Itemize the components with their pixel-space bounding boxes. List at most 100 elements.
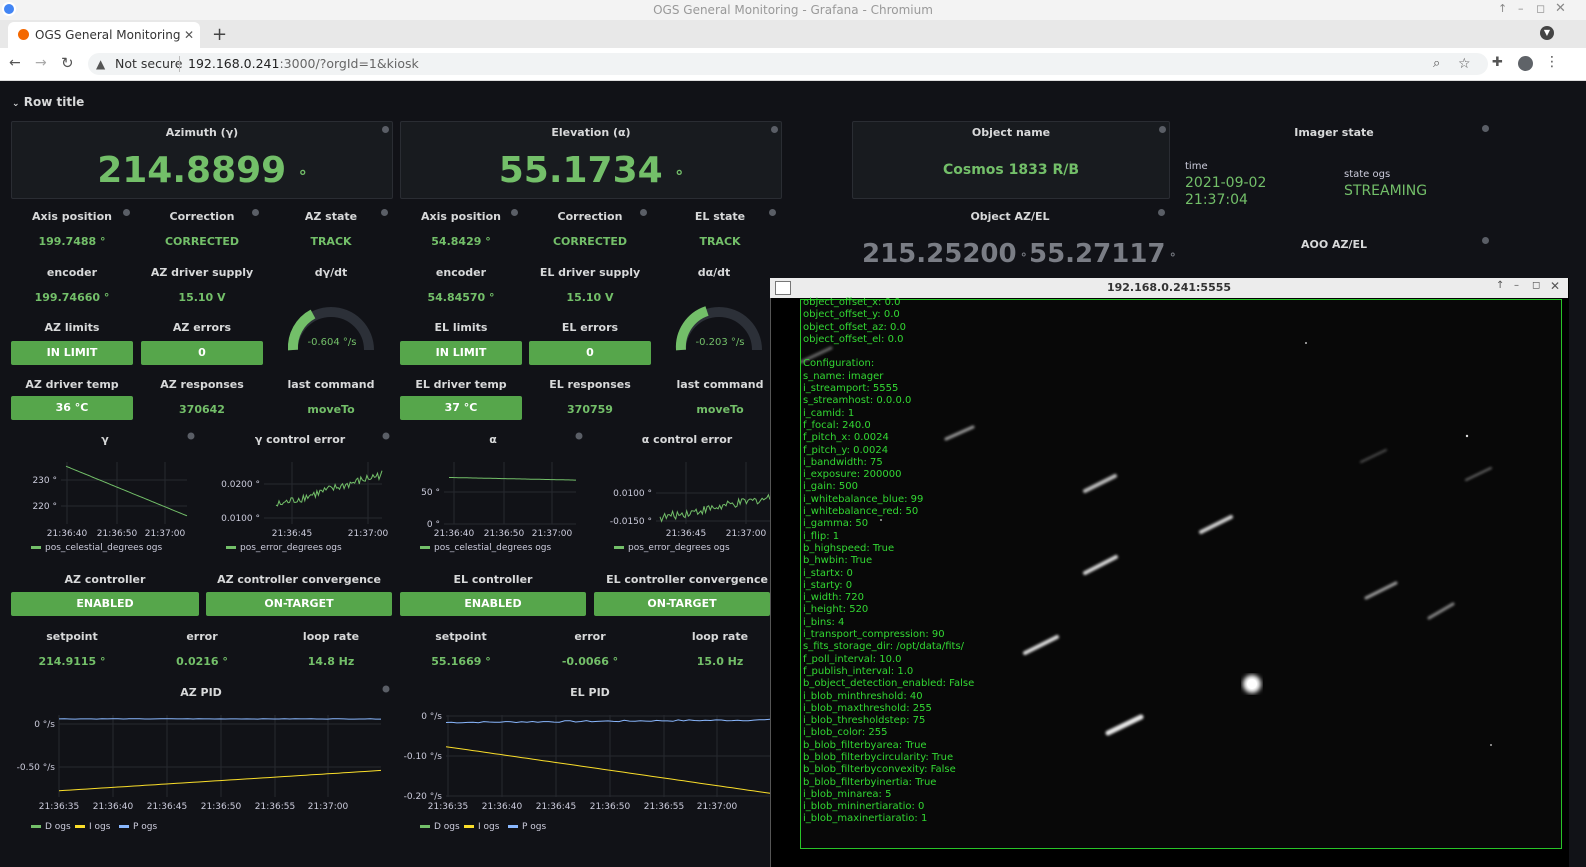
forward-icon[interactable]: → — [35, 55, 47, 71]
el-limits-badge: IN LIMIT — [400, 341, 522, 365]
az-axis-position: 199.7488 ° — [38, 235, 106, 248]
config-line: i_bandwidth: 75 — [803, 456, 883, 468]
config-line: i_whitebalance_blue: 99 — [803, 493, 924, 505]
bookmark-star-icon[interactable]: ☆ — [1458, 53, 1471, 75]
panel-info-icon[interactable] — [1482, 125, 1489, 132]
profile-icon[interactable] — [1518, 56, 1533, 71]
y-tick-label: 0.0100 ° — [221, 514, 260, 524]
imager-time: 21:37:04 — [1185, 192, 1248, 208]
el-responses: 370759 — [567, 403, 613, 416]
x-tick-label: 21:37:00 — [308, 802, 349, 812]
x-tick-label: 21:36:55 — [255, 802, 295, 812]
window-minimize-icon[interactable]: – — [1518, 2, 1524, 15]
panel-info-icon[interactable] — [1158, 209, 1165, 216]
config-line: i_whitebalance_red: 50 — [803, 506, 919, 518]
el-driver-supply-label: EL driver supply — [539, 266, 641, 279]
panel-info-icon[interactable] — [381, 209, 388, 216]
elevation-panel: Elevation (α) 55.1734 ° — [400, 121, 782, 199]
panel-info-icon[interactable] — [252, 209, 259, 216]
legend-label: I ogs — [89, 822, 111, 832]
window-raise-icon[interactable]: ↑ — [1498, 2, 1507, 15]
imager-window-titlebar[interactable]: 192.168.0.241:5555 — [770, 278, 1568, 298]
window-title: OGS General Monitoring - Grafana - Chrom… — [653, 3, 933, 17]
el-convergence-badge: ON-TARGET — [594, 592, 770, 616]
tab-search-icon[interactable]: ▼ — [1540, 26, 1554, 40]
config-line: i_blob_maxinertiaratio: 1 — [803, 813, 928, 825]
window-raise-icon[interactable]: ↑ — [1496, 280, 1504, 291]
legend-label: I ogs — [478, 822, 500, 832]
row-title[interactable]: ⌄ Row title — [12, 95, 84, 109]
az-error-label: error — [186, 630, 218, 643]
address-bar[interactable]: ▲ Not secure 192.168.0.241:3000/?orgId=1… — [88, 53, 1488, 75]
window-maximize-icon[interactable]: ◻ — [1536, 2, 1545, 15]
az-loop-rate-label: loop rate — [302, 630, 360, 643]
extensions-icon[interactable]: ✚ — [1492, 55, 1503, 70]
x-tick-label: 21:36:50 — [484, 529, 525, 539]
zoom-icon[interactable]: ⌕ — [1433, 53, 1440, 75]
legend-label: pos_celestial_degrees ogs — [434, 543, 551, 553]
panel-info-icon[interactable] — [640, 209, 647, 216]
panel-info-icon[interactable] — [382, 685, 390, 693]
panel-info-icon[interactable] — [1482, 237, 1489, 244]
back-icon[interactable]: ← — [9, 55, 21, 71]
object-name: Cosmos 1833 R/B — [942, 162, 1080, 178]
el-controller-badge: ENABLED — [400, 592, 586, 616]
window-maximize-icon[interactable]: ◻ — [1532, 280, 1540, 291]
az-state: TRACK — [310, 235, 352, 248]
panel-info-icon[interactable] — [1159, 126, 1166, 133]
window-close-icon[interactable]: ✕ — [1555, 1, 1566, 16]
config-line: f_pitch_x: 0.0024 — [803, 432, 889, 444]
az-last-command-label: last command — [287, 378, 375, 391]
panel-info-icon[interactable] — [187, 432, 195, 440]
tab-close-icon[interactable]: ✕ — [184, 22, 194, 48]
panel-info-icon[interactable] — [511, 209, 518, 216]
x-tick-label: 21:36:35 — [39, 802, 79, 812]
chart-1: γ control error 0.0200 ° 0.0100 ° 21:36:45 2… — [221, 432, 390, 553]
imager-state-title: Imager state — [1294, 126, 1374, 139]
el-error-label: error — [574, 630, 606, 643]
window-menu-icon[interactable] — [775, 281, 791, 295]
reload-icon[interactable]: ↻ — [61, 54, 74, 72]
window-close-icon[interactable]: ✕ — [1550, 279, 1560, 293]
state-ogs-label: state ogs — [1344, 169, 1391, 180]
imager-config-text: object_offset_x: 0.0 object_offset_y: 0.0… — [803, 297, 974, 826]
panel-info-icon[interactable] — [382, 126, 389, 133]
panel-info-icon[interactable] — [123, 209, 130, 216]
el-rate-label: dα/dt — [697, 266, 731, 279]
az-controller-label: AZ controller — [64, 573, 146, 586]
config-line: i_transport_compression: 90 — [803, 629, 945, 641]
config-line: Configuration: — [803, 358, 875, 370]
panel-info-icon[interactable] — [575, 432, 583, 440]
az-last-command: moveTo — [307, 403, 355, 416]
config-line: f_pitch_y: 0.0024 — [803, 444, 889, 456]
el-convergence-label: EL controller convergence — [606, 573, 768, 586]
panel-info-icon[interactable] — [771, 126, 778, 133]
x-tick-label: 21:37:00 — [532, 529, 573, 539]
config-line: i_gain: 500 — [803, 481, 859, 493]
legend-label: P ogs — [522, 822, 547, 832]
y-tick-label: -0.0150 ° — [610, 517, 652, 527]
config-line: object_offset_az: 0.0 — [803, 321, 906, 333]
az-responses: 370642 — [179, 403, 225, 416]
window-minimize-icon[interactable]: – — [1514, 280, 1519, 291]
config-line — [803, 346, 974, 358]
chart-2: α50 °0 °21:36:40 21:36:50 21:37:00pos_cele… — [420, 432, 583, 553]
series-line — [449, 477, 576, 481]
menu-icon[interactable]: ⋮ — [1545, 54, 1559, 70]
chart-title: γ control error — [255, 433, 346, 446]
panel-info-icon[interactable] — [769, 209, 776, 216]
el-encoder: 54.84570 ° — [427, 291, 495, 304]
x-tick-label: 21:37:00 — [348, 529, 389, 539]
el-error: -0.0066 ° — [561, 655, 619, 668]
y-tick-label: 0.0100 ° — [613, 489, 652, 499]
x-tick-label: 21:37:00 — [726, 529, 767, 539]
x-tick-label: 21:36:40 — [93, 802, 134, 812]
config-line: i_streamport: 5555 — [803, 383, 899, 395]
tab-grafana[interactable]: OGS General Monitoring - Graf ✕ — [8, 22, 200, 48]
el-controller-label: EL controller — [453, 573, 533, 586]
az-errors-badge: 0 — [141, 341, 263, 365]
new-tab-icon[interactable]: + — [212, 24, 227, 45]
legend-label: pos_error_degrees ogs — [240, 543, 342, 553]
az-setpoint: 214.9115 ° — [38, 655, 106, 668]
panel-info-icon[interactable] — [382, 432, 390, 440]
